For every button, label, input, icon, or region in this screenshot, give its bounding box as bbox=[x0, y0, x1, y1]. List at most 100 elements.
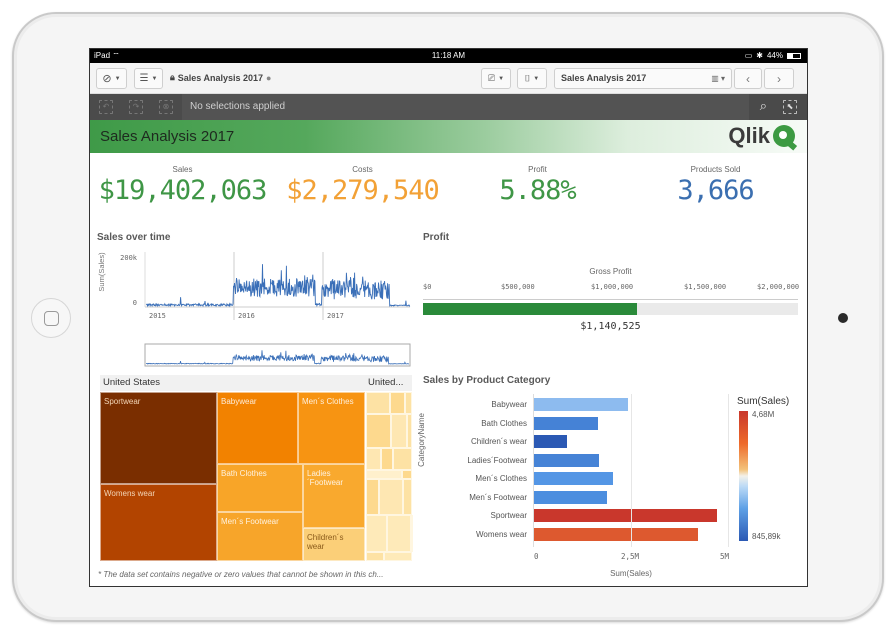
kpi-label: Products Sold bbox=[690, 165, 741, 174]
treemap-small-cell[interactable] bbox=[366, 479, 379, 515]
gross-profit-label: Gross Profit bbox=[589, 267, 632, 276]
logo-text: Qlik bbox=[728, 123, 770, 148]
airplay-icon: ▭ bbox=[744, 51, 753, 60]
treemap-small-cell[interactable] bbox=[402, 470, 412, 479]
treemap-small-cell[interactable] bbox=[366, 448, 381, 470]
bar-men-s-clothes[interactable] bbox=[534, 472, 613, 485]
app-title[interactable]: 🔒︎ Sales Analysis 2017 ● bbox=[170, 72, 271, 83]
kpi-products-sold[interactable]: Products Sold 3,666 bbox=[623, 165, 807, 206]
clock: 11:18 AM bbox=[431, 51, 466, 60]
mini-sales-line bbox=[146, 350, 410, 365]
selection-tool-icon[interactable]: ⬉ bbox=[783, 100, 797, 114]
profit-tick: $1,000,000 bbox=[591, 283, 634, 291]
app-screen: iPad ⌔ 11:18 AM ▭ ✱ 44% ⊘ ▼ ☰ ▼ 🔒︎ Sales Anal… bbox=[89, 48, 808, 587]
treemap-cell[interactable]: Men´s Footwear bbox=[217, 512, 303, 561]
previous-sheet-button[interactable]: ‹ bbox=[734, 68, 762, 89]
x-tick: 0 bbox=[534, 552, 539, 561]
sheet-banner: Sales Analysis 2017 Qlik bbox=[90, 120, 807, 153]
treemap-small-cell[interactable] bbox=[366, 552, 384, 561]
bar-children-s-wear[interactable] bbox=[534, 435, 567, 448]
y-tick: 200k bbox=[120, 254, 138, 262]
treemap-small-cell[interactable] bbox=[366, 515, 387, 552]
treemap-small-cell[interactable] bbox=[393, 448, 412, 470]
treemap-header-other[interactable]: United... bbox=[365, 375, 412, 391]
color-legend[interactable] bbox=[739, 411, 748, 541]
home-button[interactable] bbox=[31, 298, 71, 338]
chevron-down-icon: ▼ bbox=[114, 75, 121, 82]
kpi-sales[interactable]: Sales $19,402,063 bbox=[90, 165, 275, 206]
treemap-small-cell[interactable] bbox=[379, 479, 403, 515]
bar-bath-clothes[interactable] bbox=[534, 416, 599, 430]
bar-category-label: Men´s Clothes bbox=[475, 474, 527, 483]
bar-sportwear[interactable] bbox=[534, 509, 717, 522]
profit-value: $1,140,525 bbox=[580, 321, 641, 332]
kpi-costs[interactable]: Costs $2,279,540 bbox=[270, 165, 455, 206]
global-menu-button[interactable]: ☰ ▼ bbox=[134, 68, 163, 89]
treemap-small-cell[interactable] bbox=[366, 392, 390, 414]
x-tick: 2017 bbox=[327, 312, 344, 320]
bookmark-button[interactable]: ⌷ ▼ bbox=[517, 68, 547, 89]
sales-over-time-title: Sales over time bbox=[97, 232, 171, 243]
treemap-other-region[interactable] bbox=[366, 392, 413, 561]
treemap-small-cell[interactable] bbox=[366, 414, 391, 448]
present-button[interactable]: ⎚ ▼ bbox=[481, 68, 511, 89]
globe-icon: ● bbox=[266, 72, 272, 83]
profit-tick: $500,000 bbox=[501, 283, 535, 291]
clear-selections-icon[interactable]: ⊗ bbox=[159, 100, 173, 114]
y-axis-label: Sum(Sales) bbox=[97, 252, 106, 292]
bar-men-s-footwear[interactable] bbox=[534, 490, 607, 504]
chevron-down-icon: ▼ bbox=[498, 75, 505, 82]
step-back-icon[interactable]: ↶ bbox=[99, 100, 113, 114]
selections-status: No selections applied bbox=[190, 101, 286, 112]
treemap-header-us[interactable]: United States bbox=[100, 375, 365, 391]
treemap-small-cell[interactable] bbox=[381, 448, 393, 470]
bookmark-icon: ⌷ bbox=[524, 73, 531, 83]
next-sheet-button[interactable]: › bbox=[764, 68, 794, 89]
qlik-q-icon bbox=[773, 125, 795, 147]
treemap-small-cell[interactable] bbox=[411, 515, 413, 552]
kpi-value: $2,279,540 bbox=[286, 175, 440, 206]
bar-ladies-footwear[interactable] bbox=[534, 453, 600, 467]
search-icon[interactable]: ⌕ bbox=[760, 98, 767, 114]
kpi-profit[interactable]: Profit 5.88% bbox=[445, 165, 630, 206]
treemap-small-cell[interactable] bbox=[384, 552, 412, 561]
x-tick: 5M bbox=[720, 552, 730, 561]
treemap-cell[interactable]: Womens wear bbox=[100, 484, 217, 561]
kpi-value: $19,402,063 bbox=[98, 175, 268, 206]
step-forward-icon[interactable]: ↷ bbox=[129, 100, 143, 114]
treemap-cell[interactable]: Ladies´Footwear bbox=[303, 464, 365, 528]
treemap-cell[interactable]: Sportwear bbox=[100, 392, 217, 484]
bar-babywear[interactable] bbox=[534, 398, 628, 411]
legend-min: 845,89k bbox=[752, 532, 781, 541]
gridline bbox=[631, 394, 632, 547]
bar-category-label: Children´s wear bbox=[470, 437, 527, 446]
treemap-small-cell[interactable] bbox=[403, 479, 412, 515]
qlik-logo: Qlik bbox=[728, 123, 795, 149]
navigation-menu-button[interactable]: ⊘ ▼ bbox=[96, 68, 127, 89]
bar-axis-line bbox=[533, 394, 534, 547]
treemap-small-cell[interactable] bbox=[390, 392, 405, 414]
treemap-small-cell[interactable] bbox=[391, 414, 407, 448]
bluetooth-icon: ✱ bbox=[756, 51, 763, 60]
kpi-label: Costs bbox=[352, 165, 373, 174]
bar-category-label: Ladies´Footwear bbox=[467, 455, 527, 465]
sheet-selector[interactable]: Sales Analysis 2017 ▥ ▾ bbox=[554, 68, 732, 89]
treemap-cell[interactable]: Bath Clothes bbox=[217, 464, 303, 512]
treemap-small-cell[interactable] bbox=[407, 414, 412, 448]
treemap-footnote: * The data set contains negative or zero… bbox=[98, 570, 384, 579]
treemap-small-cell[interactable] bbox=[405, 392, 412, 414]
treemap-small-cell[interactable] bbox=[387, 515, 411, 552]
chevron-down-icon: ▼ bbox=[151, 75, 158, 82]
treemap-cell[interactable]: Men´s Clothes bbox=[298, 392, 365, 464]
treemap-cell[interactable]: Children´s wear bbox=[303, 528, 365, 561]
bar-category-label: Men´s Footwear bbox=[469, 492, 527, 502]
bar-womens-wear[interactable] bbox=[534, 527, 698, 541]
sales-over-time-chart[interactable]: Sum(Sales) 200k 0 2015 2016 2017 bbox=[90, 244, 420, 384]
bar-chart-x-label: Sum(Sales) bbox=[610, 569, 652, 578]
x-tick: 2,5M bbox=[621, 552, 640, 561]
range-navigator[interactable] bbox=[144, 343, 411, 367]
treemap-small-cell[interactable] bbox=[366, 470, 402, 479]
kpi-value: 5.88% bbox=[499, 175, 576, 206]
profit-gauge[interactable] bbox=[423, 303, 798, 315]
treemap-cell[interactable]: Babywear bbox=[217, 392, 298, 464]
